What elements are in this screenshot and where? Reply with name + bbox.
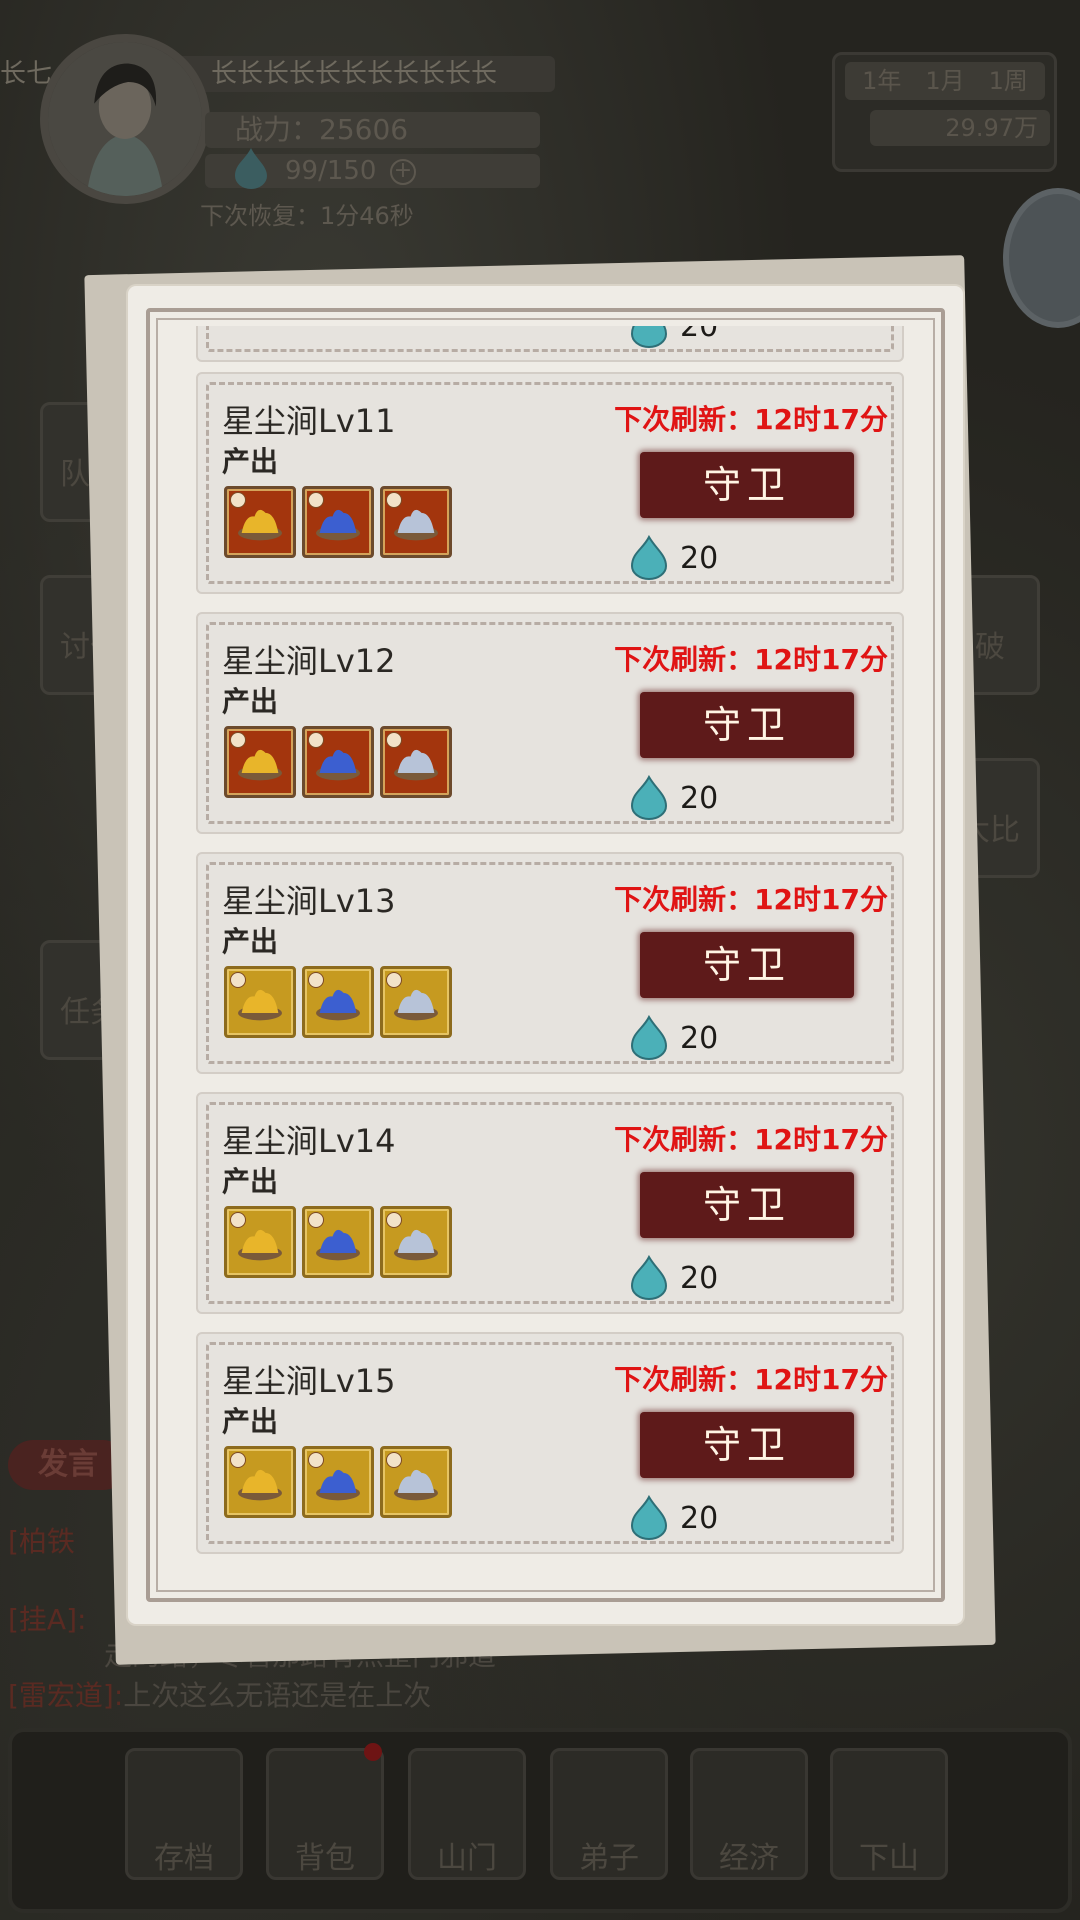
blue-ore-icon[interactable] [302, 966, 374, 1038]
output-items [224, 1206, 452, 1278]
cost: 20 [628, 774, 718, 822]
list-item: 星尘涧Lv14 产出 下次刷新：12时17分 守卫 20 [196, 1092, 904, 1314]
nav-economy[interactable]: 经济 [690, 1748, 808, 1880]
mine-title: 星尘涧Lv12 [222, 642, 396, 680]
refresh-timer: 下次刷新：12时17分 [614, 1123, 888, 1156]
cost-value: 20 [680, 1020, 719, 1056]
gold-ore-icon[interactable] [224, 486, 296, 558]
refresh-timer: 下次刷新：12时17分 [614, 883, 888, 916]
gold-ore-icon[interactable] [224, 1446, 296, 1518]
output-label: 产出 [222, 925, 279, 958]
output-items [224, 1446, 452, 1518]
gold-ore-icon[interactable] [224, 1206, 296, 1278]
cost: 20 [628, 1494, 718, 1542]
stamina-drop-icon [235, 148, 267, 189]
nav-backpack[interactable]: 背包 [266, 1748, 384, 1880]
chat-line: [雷宏道]:上次这么无语还是在上次 [8, 1679, 432, 1712]
list-item: 星尘涧Lv11 产出 下次刷新：12时17分 守卫 20 [196, 372, 904, 594]
cost: 20 [628, 1014, 718, 1062]
cost-value: 20 [680, 540, 719, 576]
output-items [224, 726, 452, 798]
silver-ore-icon[interactable] [380, 486, 452, 558]
output-items [224, 966, 452, 1038]
guard-button[interactable]: 守卫 [640, 1172, 854, 1238]
blue-ore-icon[interactable] [302, 1446, 374, 1518]
nav-sect-gate[interactable]: 山门 [408, 1748, 526, 1880]
cost-value: 20 [680, 326, 719, 344]
blue-ore-icon[interactable] [302, 1206, 374, 1278]
silver-ore-icon[interactable] [380, 966, 452, 1038]
guard-button[interactable]: 守卫 [640, 452, 854, 518]
mine-title: 星尘涧Lv15 [222, 1362, 396, 1400]
list-item: 星尘涧Lv13 产出 下次刷新：12时17分 守卫 20 [196, 852, 904, 1074]
currency-amount: 29.97万 [870, 110, 1050, 146]
spirit-drop-icon [630, 1015, 668, 1060]
gold-ore-icon[interactable] [224, 726, 296, 798]
refresh-timer: 下次刷新：12时17分 [614, 643, 888, 676]
output-label: 产出 [222, 1405, 279, 1438]
guard-button[interactable]: 守卫 [640, 692, 854, 758]
list-item: 星尘涧Lv12 产出 下次刷新：12时17分 守卫 20 [196, 612, 904, 834]
blue-ore-icon[interactable] [302, 486, 374, 558]
mine-title: 星尘涧Lv14 [222, 1122, 396, 1160]
mine-title: 星尘涧Lv11 [222, 402, 396, 440]
add-stamina-button[interactable]: + [390, 159, 416, 185]
list-item: 星尘涧Lv15 产出 下次刷新：12时17分 守卫 20 [196, 1332, 904, 1554]
cost: 20 [628, 1254, 718, 1302]
silver-ore-icon[interactable] [380, 1206, 452, 1278]
output-label: 产出 [222, 445, 279, 478]
refresh-timer: 下次刷新：12时17分 [614, 403, 888, 436]
chat-line: [柏铁 [8, 1525, 75, 1558]
cost: 20 [628, 534, 718, 582]
list-item-partial: 20 [196, 326, 904, 362]
blue-ore-icon[interactable] [302, 726, 374, 798]
power-value: 战力：25606 [205, 112, 540, 148]
spirit-drop-icon [630, 1255, 668, 1300]
player-name-prefix: 长七 [0, 59, 53, 89]
mine-title: 星尘涧Lv13 [222, 882, 396, 920]
silver-ore-icon[interactable] [380, 726, 452, 798]
output-label: 产出 [222, 685, 279, 718]
guard-button[interactable]: 守卫 [640, 1412, 854, 1478]
spirit-drop-icon [630, 1495, 668, 1540]
cost: 20 [628, 326, 718, 350]
player-name: 长长长长长长长长长长长 [175, 56, 555, 92]
cost-value: 20 [680, 1260, 719, 1296]
player-avatar[interactable] [40, 34, 210, 204]
spirit-drop-icon [630, 775, 668, 820]
spirit-drop-icon [630, 535, 668, 580]
gold-ore-icon[interactable] [224, 966, 296, 1038]
output-label: 产出 [222, 1165, 279, 1198]
cost-value: 20 [680, 780, 719, 816]
output-items [224, 486, 452, 558]
nav-save[interactable]: 存档 [125, 1748, 243, 1880]
game-date: 1年 1月 1周 [845, 62, 1045, 100]
refresh-timer: 下次刷新：12时17分 [614, 1363, 888, 1396]
notification-dot [364, 1743, 382, 1761]
nav-disciples[interactable]: 弟子 [550, 1748, 668, 1880]
cost-value: 20 [680, 1500, 719, 1536]
nav-descend[interactable]: 下山 [830, 1748, 948, 1880]
silver-ore-icon[interactable] [380, 1446, 452, 1518]
recover-timer: 下次恢复：1分46秒 [200, 202, 414, 230]
spirit-drop-icon [630, 326, 668, 348]
mine-list[interactable]: 20 星尘涧Lv11 产出 下次刷新：12时17分 守卫 20 星尘涧Lv12 … [196, 326, 904, 1560]
chat-line: [挂A]: [8, 1603, 87, 1636]
guard-button[interactable]: 守卫 [640, 932, 854, 998]
